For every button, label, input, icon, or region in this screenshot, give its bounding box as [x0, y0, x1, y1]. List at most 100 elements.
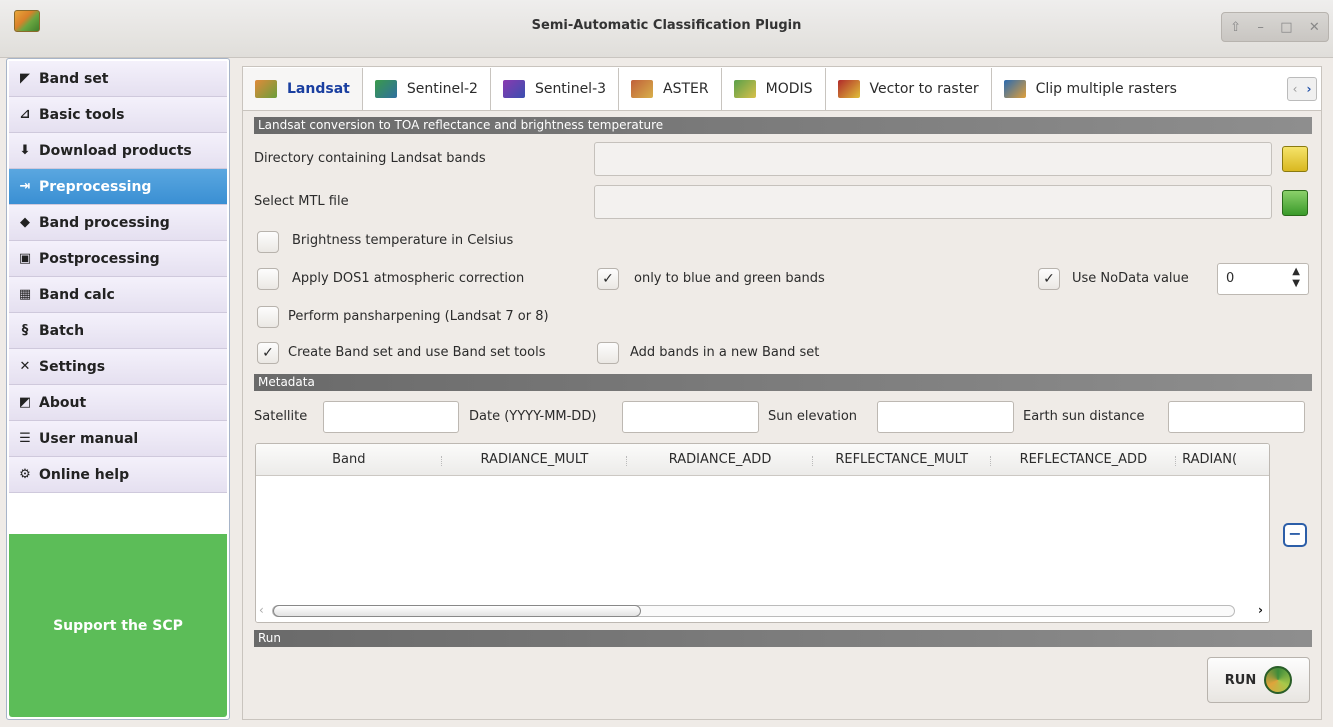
tab-scroll-right-icon[interactable]: › [1302, 78, 1316, 100]
nodata-value-spinbox[interactable]: 0 ▲ ▼ [1217, 263, 1309, 295]
batch-icon: § [21, 323, 29, 338]
mtl-file-field[interactable] [594, 185, 1272, 219]
sidebar-item-about[interactable]: ◩ About [9, 385, 227, 421]
sidebar-item-download-products[interactable]: ⬇ Download products [9, 133, 227, 169]
help-icon: ⚙ [19, 467, 31, 482]
tab-vector-to-raster[interactable]: Vector to raster [826, 67, 992, 110]
sidebar-item-postprocessing[interactable]: ▣ Postprocessing [9, 241, 227, 277]
column-header-band[interactable]: Band [256, 452, 442, 467]
scroll-right-icon[interactable]: › [1258, 603, 1263, 617]
maximize-icon[interactable]: □ [1280, 20, 1292, 35]
pansharpening-checkbox[interactable] [257, 306, 279, 328]
sidebar-item-settings[interactable]: ✕ Settings [9, 349, 227, 385]
tab-sentinel-3[interactable]: Sentinel-3 [491, 67, 620, 110]
column-header-radiance-add[interactable]: RADIANCE_ADD [627, 452, 813, 467]
sentinel-2-icon [374, 79, 397, 98]
sidebar-item-band-processing[interactable]: ◆ Band processing [9, 205, 227, 241]
tab-bar: Landsat Sentinel-2 Sentinel-3 ASTER MODI… [242, 66, 1322, 110]
title-bar: Semi-Automatic Classification Plugin ⇧ –… [0, 0, 1333, 58]
dos1-checkbox[interactable] [257, 268, 279, 290]
run-section-header: Run [254, 630, 1312, 647]
create-bandset-label: Create Band set and use Band set tools [288, 345, 546, 360]
date-label: Date (YYYY-MM-DD) [469, 409, 597, 424]
spin-arrows-icon[interactable]: ▲ ▼ [1292, 266, 1300, 290]
tab-modis[interactable]: MODIS [722, 67, 826, 110]
sidebar-item-user-manual[interactable]: ☰ User manual [9, 421, 227, 457]
vector-to-raster-icon [837, 79, 860, 98]
metadata-table[interactable]: Band RADIANCE_MULT RADIANCE_ADD REFLECTA… [255, 443, 1270, 623]
window-controls: ⇧ – □ ✕ [1221, 12, 1329, 42]
earth-sun-distance-label: Earth sun distance [1023, 409, 1145, 424]
aster-icon [631, 79, 654, 98]
close-icon[interactable]: ✕ [1309, 20, 1320, 35]
sentinel-3-icon [502, 79, 525, 98]
column-header-radiance-mult[interactable]: RADIANCE_MULT [442, 452, 628, 467]
sidebar-item-label: About [39, 394, 87, 411]
column-header-reflectance-mult[interactable]: REFLECTANCE_MULT [813, 452, 991, 467]
sidebar-item-band-calc[interactable]: ▦ Band calc [9, 277, 227, 313]
modis-icon [733, 79, 756, 98]
basic-tools-icon: ⊿ [19, 107, 31, 122]
postprocessing-icon: ▣ [18, 251, 32, 266]
scroll-track[interactable] [272, 605, 1235, 617]
table-header: Band RADIANCE_MULT RADIANCE_ADD REFLECTA… [256, 444, 1269, 476]
add-bands-new-label: Add bands in a new Band set [630, 345, 820, 360]
mtl-file-label: Select MTL file [254, 194, 349, 209]
tab-label: Vector to raster [869, 80, 979, 97]
landsat-section-header: Landsat conversion to TOA reflectance an… [254, 117, 1312, 134]
add-bands-new-checkbox[interactable] [597, 342, 619, 364]
restore-icon[interactable]: ⇧ [1230, 20, 1241, 35]
tab-scroll-left-icon[interactable]: ‹ [1288, 78, 1302, 100]
directory-field[interactable] [594, 142, 1272, 176]
clip-icon [1003, 79, 1026, 98]
tab-label: Clip multiple rasters [1035, 80, 1177, 97]
settings-icon: ✕ [19, 359, 31, 374]
band-set-icon: ◤ [20, 71, 30, 86]
tab-clip-multiple-rasters[interactable]: Clip multiple rasters [992, 68, 1189, 110]
tab-scroll-buttons: ‹ › [1287, 77, 1317, 101]
sidebar-item-label: Online help [39, 466, 130, 483]
manual-icon: ☰ [19, 431, 31, 446]
tab-aster[interactable]: ASTER [619, 67, 722, 110]
calculator-icon: ▦ [18, 287, 32, 302]
sidebar-item-label: Download products [39, 142, 192, 159]
sidebar-item-label: Band calc [39, 286, 115, 303]
sidebar-item-label: Settings [39, 358, 106, 375]
sidebar-item-basic-tools[interactable]: ⊿ Basic tools [9, 97, 227, 133]
tab-label: Sentinel-2 [406, 80, 478, 97]
sidebar-item-batch[interactable]: § Batch [9, 313, 227, 349]
create-bandset-checkbox[interactable]: ✓ [257, 342, 279, 364]
preprocessing-icon: ⇥ [19, 179, 31, 194]
earth-sun-distance-input[interactable] [1168, 401, 1305, 433]
sidebar-item-label: Band processing [39, 214, 170, 231]
satellite-input[interactable] [323, 401, 459, 433]
support-the-scp-button[interactable]: Support the SCP [9, 534, 227, 717]
column-header-radiance[interactable]: RADIAN( [1176, 452, 1269, 467]
date-input[interactable] [622, 401, 759, 433]
open-mtl-file-button[interactable] [1282, 190, 1308, 216]
sidebar-item-preprocessing[interactable]: ⇥ Preprocessing [9, 169, 227, 205]
use-nodata-label: Use NoData value [1072, 271, 1189, 286]
column-header-reflectance-add[interactable]: REFLECTANCE_ADD [991, 452, 1177, 467]
sun-elevation-input[interactable] [877, 401, 1014, 433]
download-icon: ⬇ [19, 143, 31, 158]
minimize-icon[interactable]: – [1257, 20, 1264, 35]
remove-row-button[interactable]: − [1283, 523, 1307, 547]
dos1-label: Apply DOS1 atmospheric correction [292, 271, 525, 286]
scroll-thumb[interactable] [273, 605, 641, 617]
only-blue-green-checkbox[interactable]: ✓ [597, 268, 619, 290]
open-directory-button[interactable] [1282, 146, 1308, 172]
tab-landsat[interactable]: Landsat [243, 67, 363, 110]
only-blue-green-label: only to blue and green bands [634, 271, 825, 286]
sidebar-item-online-help[interactable]: ⚙ Online help [9, 457, 227, 493]
horizontal-scrollbar[interactable]: ‹ › [256, 600, 1269, 622]
scroll-left-icon[interactable]: ‹ [259, 603, 264, 617]
run-button[interactable]: RUN [1207, 657, 1310, 703]
use-nodata-checkbox[interactable]: ✓ [1038, 268, 1060, 290]
brightness-celsius-checkbox[interactable] [257, 231, 279, 253]
sidebar-item-band-set[interactable]: ◤ Band set [9, 61, 227, 97]
sidebar-item-label: Postprocessing [39, 250, 160, 267]
pansharpening-label: Perform pansharpening (Landsat 7 or 8) [288, 309, 549, 324]
run-button-label: RUN [1224, 672, 1257, 688]
tab-sentinel-2[interactable]: Sentinel-2 [363, 67, 491, 110]
